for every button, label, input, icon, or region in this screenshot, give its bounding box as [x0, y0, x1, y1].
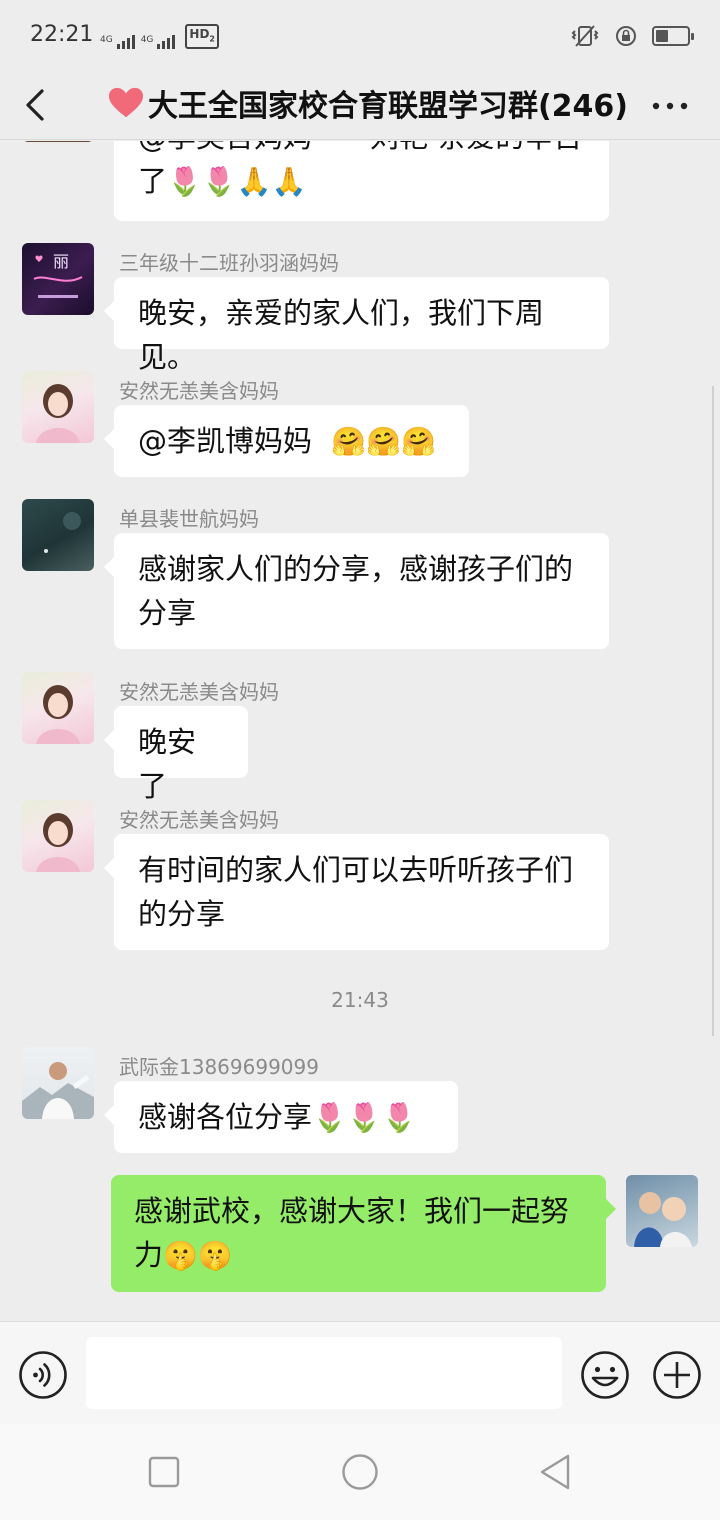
input-bar [0, 1321, 720, 1424]
message-bubble[interactable]: 感谢各位分享🌷🌷🌷 [104, 1081, 458, 1153]
sender-name: 安然无恙美含妈妈 [119, 379, 279, 403]
avatar[interactable] [22, 800, 94, 872]
message-bubble[interactable]: @李凯博妈妈 🤗🤗🤗 [104, 405, 469, 477]
shush-emoji: 🤫🤫 [163, 1239, 233, 1272]
avatar[interactable] [22, 499, 94, 571]
scrollbar[interactable] [712, 386, 718, 1036]
signal-icon: 4G [141, 35, 176, 50]
more-button[interactable] [648, 86, 692, 126]
recent-apps-icon [148, 1456, 180, 1488]
message-text: 有时间的家人们可以去听听孩子们的分享 [138, 853, 574, 931]
back-button[interactable] [18, 80, 58, 130]
signal-icon: 4G [100, 35, 135, 50]
chevron-left-icon [26, 89, 44, 121]
emoji-button[interactable] [580, 1350, 630, 1400]
plus-circle-icon [653, 1351, 701, 1399]
message-text: 感谢各位分享 [138, 1100, 313, 1134]
sender-name: 武际金13869699099 [119, 1055, 319, 1079]
message-bubble[interactable]: 感谢武校，感谢大家！我们一起努力🤫🤫 [111, 1175, 616, 1292]
sender-name: 三年级十二班孙羽涵妈妈 [119, 251, 339, 275]
home-icon [342, 1454, 378, 1490]
recent-apps-button[interactable] [148, 1456, 180, 1488]
chat-title: 大王全国家校合育联盟学习群(246) [108, 78, 628, 128]
message-text: 晚安了 [138, 725, 197, 803]
message-bubble[interactable]: 晚安，亲爱的家人们，我们下周见。 [104, 277, 609, 374]
message-bubble[interactable]: 感谢家人们的分享，感谢孩子们的分享 [104, 533, 609, 649]
avatar[interactable]: 丽 [22, 243, 94, 315]
system-back-button[interactable] [538, 1453, 574, 1491]
avatar-image [22, 1062, 94, 1119]
my-avatar[interactable] [626, 1175, 698, 1247]
message-text: @李凯博妈妈 [138, 424, 313, 458]
group-name: 大王全国家校合育联盟学习群(246) [147, 89, 628, 124]
sender-name: 单县裴世航妈妈 [119, 507, 259, 531]
more-dots-icon [652, 102, 688, 110]
voice-button[interactable] [18, 1350, 68, 1400]
avatar-image [634, 1192, 692, 1247]
svg-text:丽: 丽 [53, 252, 69, 271]
emoji-smile-icon [581, 1351, 629, 1399]
signal-indicators: 4G 4G HD2 [100, 24, 219, 50]
message-bubble[interactable]: @李美含妈妈一一刘艳 亲爱的辛苦了🌷🌷🙏🙏 [114, 141, 609, 221]
rose-emoji: 🌷🌷🌷 [312, 1101, 417, 1134]
rose-emoji: 🌷🌷🙏🙏 [167, 165, 307, 198]
battery-icon [652, 26, 694, 46]
avatar-image [36, 685, 80, 744]
red-heart-emoji [108, 87, 144, 118]
rotation-lock-icon [616, 26, 636, 46]
message-bubble[interactable]: 晚安了 [104, 706, 248, 803]
avatar[interactable] [22, 371, 94, 443]
message-list[interactable]: @李美含妈妈一一刘艳 亲爱的辛苦了🌷🌷🙏🙏 丽 三年级十二班孙羽涵妈妈 晚安，亲… [0, 141, 720, 1321]
battery-level [656, 30, 668, 42]
avatar-image [36, 384, 80, 443]
message-text: 感谢家人们的分享，感谢孩子们的分享 [138, 552, 574, 630]
home-button[interactable] [341, 1453, 379, 1491]
status-bar: 22:21 4G 4G HD2 [0, 0, 720, 72]
avatar-image: 丽 [33, 252, 83, 298]
message-text: 晚安，亲爱的家人们，我们下周见。 [138, 296, 545, 374]
avatar[interactable] [22, 141, 94, 142]
avatar-image [36, 813, 80, 872]
hug-emoji: 🤗🤗🤗 [331, 425, 436, 458]
system-indicators [570, 24, 694, 48]
avatar[interactable] [22, 672, 94, 744]
avatar-image [44, 512, 81, 553]
message-timestamp: 21:43 [331, 988, 389, 1012]
chat-header: 大王全国家校合育联盟学习群(246) [0, 72, 720, 140]
message-bubble[interactable]: 有时间的家人们可以去听听孩子们的分享 [104, 834, 609, 950]
message-input[interactable] [86, 1337, 562, 1409]
back-triangle-icon [540, 1454, 570, 1490]
more-functions-button[interactable] [652, 1350, 702, 1400]
system-navigation-bar [0, 1424, 720, 1520]
clock: 22:21 [30, 22, 94, 47]
sender-name: 安然无恙美含妈妈 [119, 680, 279, 704]
sender-name: 安然无恙美含妈妈 [119, 808, 279, 832]
vibrate-icon [571, 25, 599, 47]
avatar[interactable] [22, 1047, 94, 1119]
hd-voice-icon: HD2 [185, 24, 219, 50]
voice-icon [19, 1351, 67, 1399]
